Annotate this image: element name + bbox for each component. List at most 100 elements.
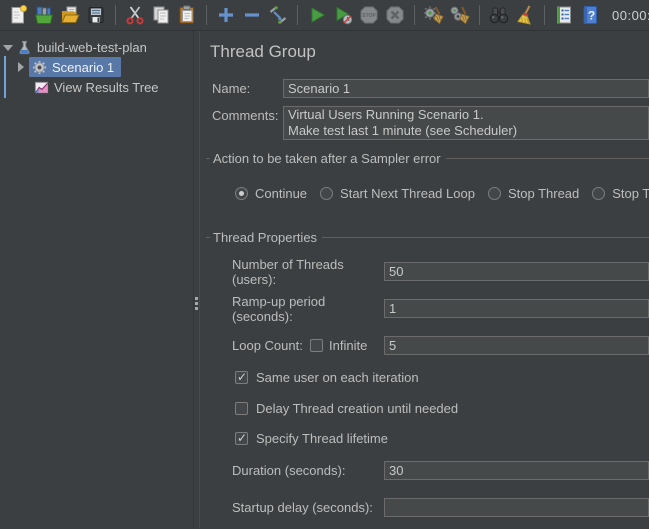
function-helper-button[interactable] [551, 2, 577, 28]
start-button[interactable] [304, 2, 330, 28]
stop-button[interactable]: STOP [356, 2, 382, 28]
sampler-error-options: Continue Start Next Thread Loop Stop Thr… [200, 186, 649, 201]
name-input[interactable] [283, 79, 649, 98]
radio-label: Continue [255, 186, 307, 201]
new-file-icon [7, 4, 29, 26]
toolbar-separator [479, 5, 480, 25]
toolbar-separator [297, 5, 298, 25]
radio-label: Stop Thread [508, 186, 579, 201]
splitter-grip[interactable] [195, 297, 198, 310]
clear-button[interactable] [421, 2, 447, 28]
radio-stop-thread[interactable]: Stop Thread [488, 186, 579, 201]
thread-properties-title: Thread Properties [213, 230, 317, 245]
action-group-border: Action to be taken after a Sampler error [206, 151, 649, 166]
elapsed-timer: 00:00:00 [612, 8, 649, 23]
duration-input[interactable] [384, 461, 649, 480]
plus-icon [215, 4, 237, 26]
search-button[interactable] [486, 2, 512, 28]
infinite-label: Infinite [329, 338, 367, 353]
open-file-icon [59, 4, 81, 26]
new-file-button[interactable] [5, 2, 31, 28]
toolbar-separator [544, 5, 545, 25]
search-reset-button[interactable] [512, 2, 538, 28]
toolbar: STOP [0, 0, 649, 31]
radio-stop-test[interactable]: Stop Test [592, 186, 649, 201]
shutdown-button[interactable] [382, 2, 408, 28]
ramp-up-label: Ramp-up period (seconds): [232, 294, 384, 324]
stop-icon: STOP [358, 4, 380, 26]
delay-thread-creation-option[interactable]: Delay Thread creation until needed [200, 401, 649, 416]
paste-icon [176, 4, 198, 26]
same-user-checkbox[interactable] [235, 371, 248, 384]
specify-lifetime-checkbox[interactable] [235, 432, 248, 445]
copy-button[interactable] [148, 2, 174, 28]
open-file-button[interactable] [57, 2, 83, 28]
group-border-line [446, 158, 649, 159]
add-button[interactable] [213, 2, 239, 28]
num-threads-label: Number of Threads (users): [232, 257, 384, 287]
test-plan-tree: build-web-test-plan [0, 31, 193, 528]
shutdown-x-icon [384, 4, 406, 26]
group-border-line [322, 237, 649, 238]
paste-button[interactable] [174, 2, 200, 28]
radio-continue[interactable]: Continue [235, 186, 307, 201]
content-area: build-web-test-plan [0, 31, 649, 528]
minus-icon [241, 4, 263, 26]
loop-count-input[interactable] [384, 336, 649, 355]
infinite-checkbox[interactable] [310, 339, 323, 352]
comments-row: Comments: Virtual Users Running Scenario… [200, 106, 649, 140]
infinite-option[interactable]: Infinite [310, 338, 367, 353]
svg-text:STOP: STOP [362, 13, 376, 19]
templates-button[interactable] [31, 2, 57, 28]
comments-input[interactable]: Virtual Users Running Scenario 1. Make t… [283, 106, 649, 140]
delay-thread-creation-checkbox[interactable] [235, 402, 248, 415]
radio-icon[interactable] [488, 187, 501, 200]
group-border-dash [206, 158, 210, 159]
radio-label: Start Next Thread Loop [340, 186, 475, 201]
startup-delay-input[interactable] [384, 498, 649, 517]
help-button[interactable]: ? [577, 2, 603, 28]
copy-icon [150, 4, 172, 26]
results-chart-icon [33, 79, 49, 95]
expand-arrow-icon[interactable] [16, 62, 26, 72]
remove-button[interactable] [239, 2, 265, 28]
tree-item-view-results-tree[interactable]: View Results Tree [0, 77, 193, 97]
same-user-option[interactable]: Same user on each iteration [200, 370, 649, 385]
splitter[interactable] [193, 31, 200, 528]
clear-all-button[interactable] [447, 2, 473, 28]
radio-start-next-thread-loop[interactable]: Start Next Thread Loop [320, 186, 475, 201]
help-book-icon: ? [579, 4, 601, 26]
radio-icon[interactable] [320, 187, 333, 200]
cut-button[interactable] [122, 2, 148, 28]
save-button[interactable] [83, 2, 109, 28]
specify-lifetime-label: Specify Thread lifetime [256, 431, 388, 446]
radio-icon[interactable] [592, 187, 605, 200]
same-user-label: Same user on each iteration [256, 370, 419, 385]
collapse-arrow-icon[interactable] [3, 42, 13, 52]
radio-icon[interactable] [235, 187, 248, 200]
comments-label: Comments: [212, 106, 283, 123]
tree-item-scenario-1[interactable]: Scenario 1 [0, 57, 193, 77]
toolbar-separator [206, 5, 207, 25]
tree-item-label: Scenario 1 [52, 60, 114, 75]
start-no-timers-icon [332, 4, 354, 26]
ramp-up-input[interactable] [384, 299, 649, 318]
tree-indent-guide [4, 56, 6, 98]
svg-text:?: ? [588, 9, 595, 23]
startup-delay-row: Startup delay (seconds): [200, 498, 649, 517]
num-threads-row: Number of Threads (users): [200, 262, 649, 281]
tree-item-label: View Results Tree [54, 80, 159, 95]
jmeter-window: STOP [0, 0, 649, 529]
num-threads-input[interactable] [384, 262, 649, 281]
reset-broom-icon [514, 4, 536, 26]
start-no-timers-button[interactable] [330, 2, 356, 28]
radio-label: Stop Test [612, 186, 649, 201]
delay-thread-creation-label: Delay Thread creation until needed [256, 401, 458, 416]
tree-item-test-plan[interactable]: build-web-test-plan [0, 37, 193, 57]
duration-label: Duration (seconds): [232, 463, 384, 478]
toggle-arrows-icon [267, 4, 289, 26]
loop-count-label: Loop Count: [232, 338, 310, 353]
toggle-button[interactable] [265, 2, 291, 28]
start-icon [306, 4, 328, 26]
specify-lifetime-option[interactable]: Specify Thread lifetime [200, 431, 649, 446]
